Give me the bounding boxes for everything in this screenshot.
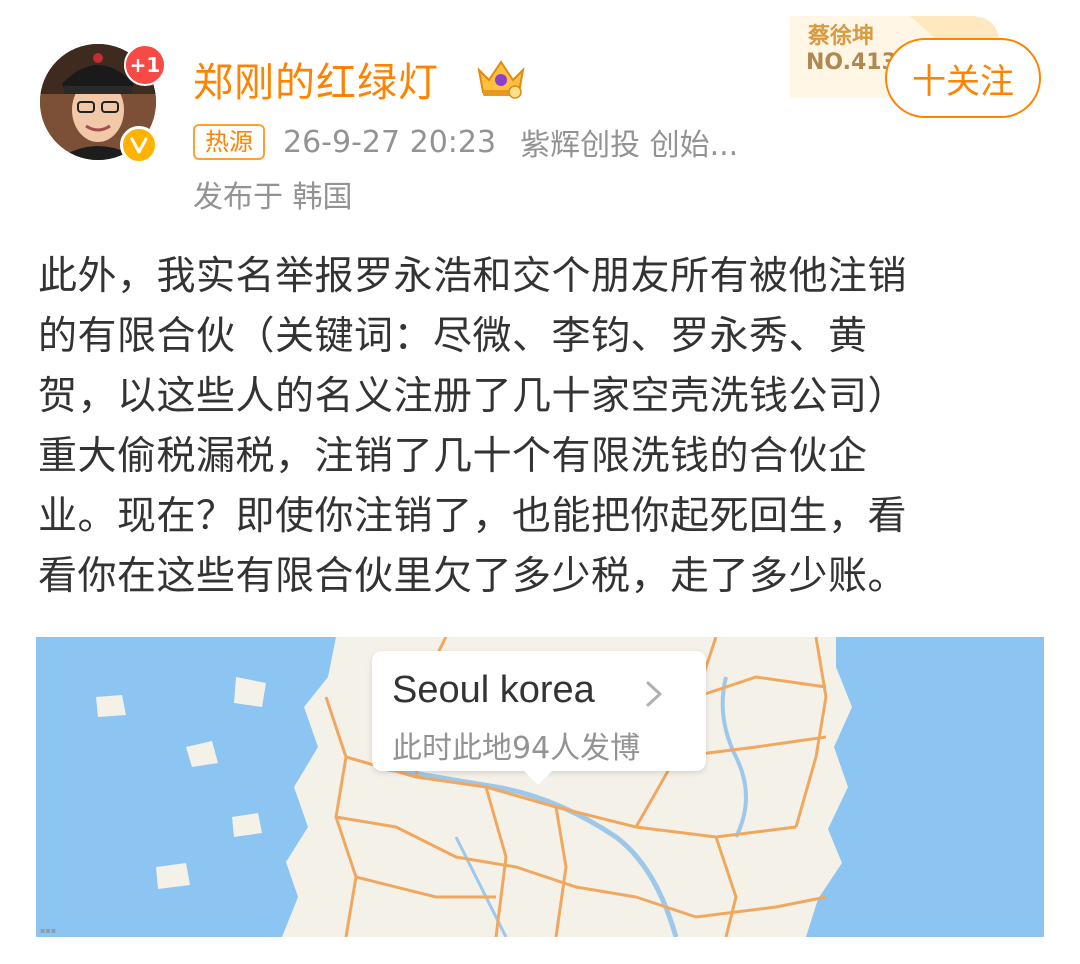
map-post-count: 此时此地94人发博 [392, 731, 641, 766]
verified-v-icon [120, 126, 158, 164]
post-body: 此外，我实名举报罗永浩和交个朋友所有被他注销 的有限合伙（关键词：尽微、李钧、罗… [38, 247, 1048, 607]
post-line: 此外，我实名举报罗永浩和交个朋友所有被他注销 [38, 254, 908, 299]
notification-badge: +1 [124, 44, 166, 86]
map-place-name: Seoul korea [392, 669, 595, 711]
post-line: 重大偷税漏税，注销了几十个有限洗钱的合伙企 [38, 434, 868, 479]
post-timestamp: 26-9-27 20:23 [283, 124, 497, 160]
post-line: 贺，以这些人的名义注册了几十家空壳洗钱公司） [38, 374, 908, 419]
follow-button[interactable]: 十关注 [885, 38, 1041, 118]
crown-badge-icon[interactable] [473, 56, 529, 100]
location-map-card[interactable]: Seoul korea 此时此地94人发博 ▪▪▪ [36, 637, 1044, 937]
username[interactable]: 郑刚的红绿灯 [193, 50, 439, 108]
post-line: 看你在这些有限合伙里欠了多少税，走了多少账。 [38, 554, 908, 599]
map-location-callout[interactable]: Seoul korea 此时此地94人发博 [372, 651, 706, 785]
post-line: 的有限合伙（关键词：尽微、李钧、罗永秀、黄 [38, 314, 868, 359]
chevron-right-icon [642, 679, 666, 709]
avatar-container[interactable]: +1 [40, 44, 166, 164]
post-meta: 热源 26-9-27 20:23 紫辉创投 创始... [193, 120, 738, 164]
fan-card-name: 蔡徐坤 [808, 24, 875, 49]
post-header: +1 郑刚的红绿灯 蔡徐坤 NO.4139 十关注 热源 26-9-27 20:… [0, 0, 1080, 230]
hot-source-tag[interactable]: 热源 [193, 124, 265, 160]
map-attribution-icon: ▪▪▪ [40, 926, 57, 935]
post-line: 业。现在？即使你注销了，也能把你起死回生，看 [38, 494, 908, 539]
post-device[interactable]: 紫辉创投 创始... [520, 120, 738, 164]
post-location: 发布于 韩国 [193, 180, 353, 215]
